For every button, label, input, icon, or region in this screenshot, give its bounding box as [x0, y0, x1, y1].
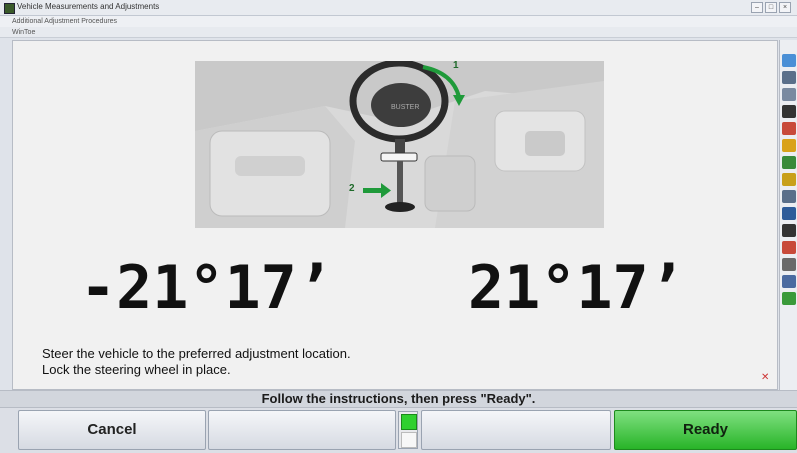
axle-icon[interactable]: [782, 190, 796, 203]
maximize-button[interactable]: □: [765, 2, 777, 13]
lift-icon[interactable]: [782, 241, 796, 254]
rotate-icon[interactable]: [782, 224, 796, 237]
cancel-button[interactable]: Cancel: [18, 410, 206, 450]
toe-icon[interactable]: [782, 156, 796, 169]
svg-text:BUSTER: BUSTER: [391, 104, 419, 111]
steering-lock-image: BUSTER: [195, 61, 604, 228]
instruction-line-2: Lock the steering wheel in place.: [42, 362, 231, 377]
print-icon[interactable]: [782, 275, 796, 288]
help-icon[interactable]: [782, 54, 796, 67]
left-angle-reading: -21°17’: [80, 253, 333, 323]
level-indicator-green: [401, 414, 417, 430]
window-controls: – □ ×: [751, 2, 791, 13]
tool-icon[interactable]: [782, 71, 796, 84]
ready-button[interactable]: Ready: [614, 410, 797, 450]
window-title: Vehicle Measurements and Adjustments: [17, 2, 160, 11]
step-1-label: 1: [453, 61, 459, 71]
function-key-2[interactable]: [208, 410, 396, 450]
minimize-button[interactable]: –: [751, 2, 763, 13]
function-key-3[interactable]: [421, 410, 611, 450]
camber-icon[interactable]: [782, 122, 796, 135]
status-bar: Follow the instructions, then press "Rea…: [0, 390, 797, 408]
right-angle-reading: 21°17’: [468, 253, 685, 323]
right-toolbar: [779, 40, 797, 390]
no-sensor-icon: ✕: [761, 372, 770, 383]
level-indicator-empty: [401, 432, 417, 448]
vehicle-icon[interactable]: [782, 258, 796, 271]
caster-icon[interactable]: [782, 139, 796, 152]
arc-icon[interactable]: [782, 105, 796, 118]
step-2-label: 2: [349, 183, 355, 194]
instruction-line-1: Steer the vehicle to the preferred adjus…: [42, 346, 351, 361]
program-title: WinToe: [0, 27, 797, 38]
app-icon: [4, 3, 15, 14]
gauge-icon[interactable]: [782, 88, 796, 101]
procedure-title: Additional Adjustment Procedures: [0, 16, 797, 27]
thrust-icon[interactable]: [782, 173, 796, 186]
level-indicator: [398, 411, 418, 449]
steering-illustration: BUSTER 1 2: [195, 61, 604, 228]
exit-icon[interactable]: [782, 292, 796, 305]
close-button[interactable]: ×: [779, 2, 791, 13]
wheel-icon[interactable]: [782, 207, 796, 220]
window-titlebar: Vehicle Measurements and Adjustments – □…: [0, 0, 797, 16]
